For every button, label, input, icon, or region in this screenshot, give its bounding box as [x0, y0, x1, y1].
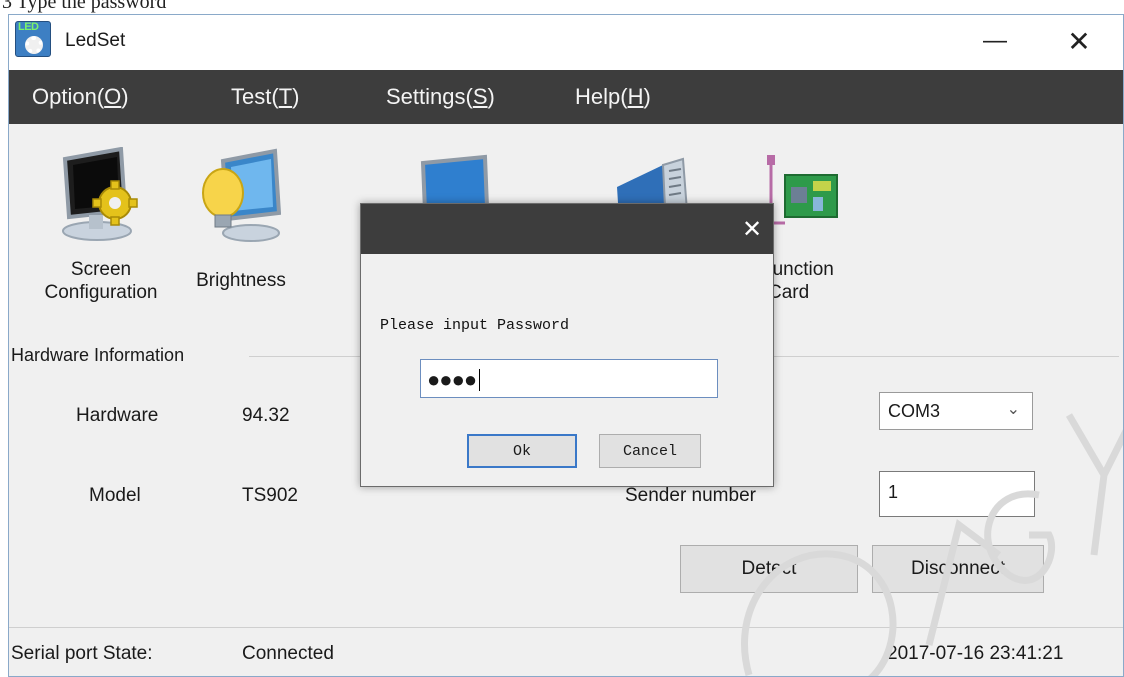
dialog-title-bar: ✕	[361, 204, 773, 254]
hardware-label: Hardware	[76, 405, 159, 426]
ok-button[interactable]: Ok	[467, 434, 577, 468]
ledset-app-icon: LED	[15, 21, 51, 57]
chevron-down-icon: ⌄	[1006, 401, 1020, 418]
minimize-button[interactable]: —	[965, 19, 1025, 63]
gear-icon	[25, 36, 43, 54]
multifunction-line2: Card	[768, 281, 810, 303]
lightbulb-monitor-icon	[202, 148, 281, 242]
menu-option[interactable]: Option(O)	[32, 84, 129, 110]
com-port-select[interactable]: COM3 ⌄	[879, 392, 1033, 430]
sender-number-input[interactable]: 1	[879, 471, 1035, 517]
window-title: LedSet	[65, 30, 126, 51]
menu-option-label: Option(	[32, 84, 105, 109]
text-caret	[479, 368, 481, 391]
menu-test[interactable]: Test(T)	[231, 84, 299, 110]
brightness-label: Brightness	[171, 259, 311, 293]
com-port-value: COM3	[888, 401, 941, 421]
screen-configuration-button[interactable]: Screen Configuration	[31, 127, 171, 317]
brightness-line1: Brightness	[196, 270, 286, 291]
menu-help-hotkey: H	[627, 84, 644, 109]
caption-text: 3 Type the password	[2, 0, 167, 13]
status-divider	[9, 627, 1123, 628]
serial-port-state-value: Connected	[242, 643, 334, 664]
menu-test-hotkey: T	[278, 84, 293, 109]
multifunction-card-label: -function Card	[761, 259, 901, 305]
menu-option-suffix: )	[121, 84, 129, 109]
menu-settings-hotkey: S	[472, 84, 488, 109]
menu-settings-suffix: )	[487, 84, 495, 109]
screen-configuration-line2: Configuration	[44, 281, 158, 303]
cancel-button[interactable]: Cancel	[599, 434, 701, 468]
menu-bar: Option(O) Test(T) Settings(S) Help(H)	[9, 70, 1123, 124]
status-timestamp: 2017-07-16 23:41:21	[887, 643, 1064, 664]
menu-settings[interactable]: Settings(S)	[386, 84, 495, 110]
screen-configuration-label: Screen Configuration	[31, 259, 171, 305]
menu-test-label: Test(	[231, 84, 279, 109]
sender-number-label: Sender number	[625, 485, 756, 506]
title-bar: LED LedSet — ✕	[9, 15, 1123, 70]
menu-help-suffix: )	[643, 84, 651, 109]
hardware-information-title: Hardware Information	[11, 345, 185, 365]
password-input[interactable]: ●●●●	[420, 359, 718, 398]
ledset-window: LED LedSet — ✕ Option(O) Test(T) Setting…	[8, 14, 1124, 677]
serial-port-state-label: Serial port State:	[11, 643, 153, 664]
model-label: Model	[89, 485, 141, 506]
password-masked-value: ●●●●	[427, 366, 477, 392]
close-button[interactable]: ✕	[1049, 19, 1109, 63]
menu-settings-label: Settings(	[386, 84, 473, 109]
app-icon-led-text: LED	[18, 21, 39, 33]
model-value: TS902	[242, 485, 298, 506]
multifunction-line1: -function	[761, 259, 834, 280]
menu-help[interactable]: Help(H)	[575, 84, 651, 110]
detect-button[interactable]: Detect	[680, 545, 858, 593]
menu-test-suffix: )	[292, 84, 300, 109]
hardware-value: 94.32	[242, 405, 290, 426]
password-dialog: ✕ Please input Password ●●●● Ok Cancel	[360, 203, 774, 487]
disconnect-button[interactable]: Disconnect	[872, 545, 1044, 593]
menu-help-label: Help(	[575, 84, 628, 109]
monitor-gear-icon	[62, 147, 138, 241]
brightness-button[interactable]: Brightness	[171, 127, 311, 317]
password-prompt: Please input Password	[380, 317, 570, 334]
screen-configuration-line1: Screen	[70, 259, 132, 280]
dialog-close-button[interactable]: ✕	[737, 214, 767, 244]
menu-option-hotkey: O	[104, 84, 122, 109]
